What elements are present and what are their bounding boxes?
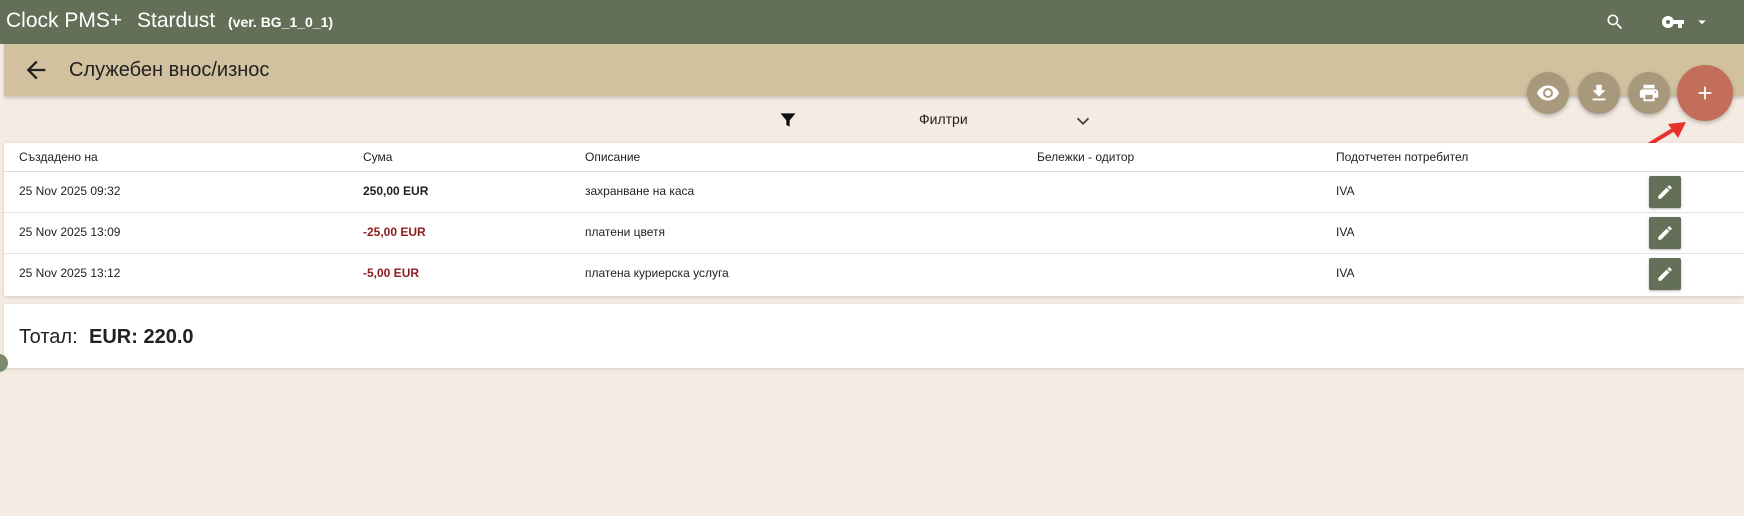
- page-header: Служебен внос/износ: [4, 44, 1744, 96]
- eye-icon: [1537, 85, 1559, 101]
- edit-button[interactable]: [1649, 176, 1681, 208]
- edit-button[interactable]: [1649, 258, 1681, 290]
- search-icon: [1607, 14, 1623, 30]
- page-title: Служебен внос/износ: [69, 59, 270, 81]
- table-row: 25 Nov 2025 13:12 -5,00 EUR платена кури…: [4, 253, 1744, 296]
- plus-icon: [1698, 86, 1712, 100]
- header-accountable-user[interactable]: Подотчетен потребител: [1336, 150, 1468, 164]
- header-auditor-notes[interactable]: Бележки - одитор: [1037, 150, 1134, 164]
- cell-description: захранване на каса: [585, 184, 695, 198]
- table-row: 25 Nov 2025 13:09 -25,00 EUR платени цве…: [4, 212, 1744, 254]
- edit-button[interactable]: [1649, 217, 1681, 249]
- header-created[interactable]: Създадено на: [19, 150, 98, 164]
- entries-table: Създадено на Сума Описание Бележки - оди…: [4, 143, 1744, 296]
- cell-description: платена куриерска услуга: [585, 266, 729, 280]
- account-menu-button[interactable]: [1656, 0, 1716, 44]
- cell-user: IVA: [1336, 225, 1355, 239]
- print-icon: [1639, 84, 1659, 102]
- chevron-down-icon[interactable]: [1072, 110, 1094, 132]
- pencil-icon: [1658, 267, 1672, 281]
- download-button[interactable]: [1578, 72, 1620, 114]
- total-card: Тотал: EUR: 220.0: [4, 304, 1744, 368]
- cell-created: 25 Nov 2025 13:12: [19, 266, 121, 280]
- filter-icon[interactable]: [778, 110, 798, 130]
- table-header: Създадено на Сума Описание Бележки - оди…: [4, 143, 1744, 172]
- filter-label[interactable]: Филтри: [919, 111, 968, 127]
- total-label: Тотал:: [19, 326, 78, 348]
- header-amount[interactable]: Сума: [363, 150, 392, 164]
- cell-user: IVA: [1336, 184, 1355, 198]
- cell-created: 25 Nov 2025 09:32: [19, 184, 121, 198]
- hotel-name: Stardust: [137, 9, 216, 32]
- print-button[interactable]: [1628, 72, 1670, 114]
- app-version: (ver. BG_1_0_1): [228, 14, 334, 30]
- cell-description: платени цветя: [585, 225, 665, 239]
- pencil-icon: [1658, 226, 1672, 240]
- caret-down-icon: [1698, 20, 1706, 25]
- search-button[interactable]: [1600, 0, 1630, 44]
- download-icon: [1592, 84, 1606, 101]
- arrow-left-icon: [26, 60, 46, 80]
- cell-amount: 250,00 EUR: [363, 184, 429, 198]
- cell-created: 25 Nov 2025 13:09: [19, 225, 121, 239]
- total-value: EUR: 220.0: [89, 326, 194, 348]
- header-description[interactable]: Описание: [585, 150, 640, 164]
- pencil-icon: [1658, 185, 1672, 199]
- top-app-bar: Clock PMS+ Stardust (ver. BG_1_0_1): [0, 0, 1744, 44]
- app-name: Clock PMS+: [6, 9, 123, 32]
- add-entry-button[interactable]: [1677, 65, 1733, 121]
- cell-user: IVA: [1336, 266, 1355, 280]
- view-button[interactable]: [1527, 72, 1569, 114]
- key-icon: [1661, 16, 1684, 28]
- table-row: 25 Nov 2025 09:32 250,00 EUR захранване …: [4, 171, 1744, 213]
- cell-amount: -5,00 EUR: [363, 266, 420, 280]
- back-button[interactable]: [22, 56, 50, 84]
- cell-amount: -25,00 EUR: [363, 225, 426, 239]
